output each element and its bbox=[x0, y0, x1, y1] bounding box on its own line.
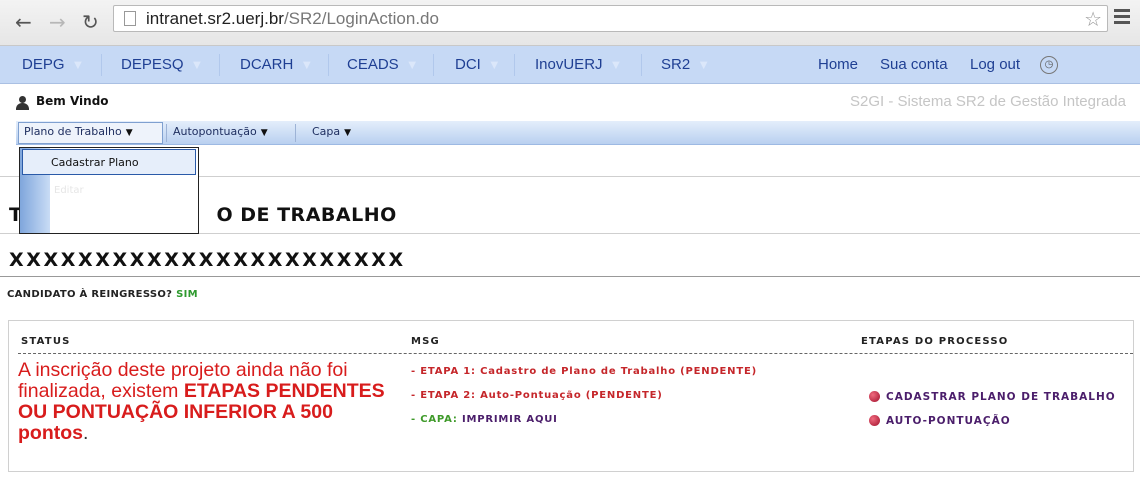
divider bbox=[0, 276, 1140, 277]
candidate-reingresso: CANDIDATO À REINGRESSO? SIM bbox=[7, 289, 198, 300]
top-navigation: DEPG ▼ DEPESQ ▼ DCARH ▼ CEADS ▼ DCI ▼ InovUER… bbox=[0, 46, 1140, 84]
browser-toolbar: ← → ↻ intranet.sr2.uerj.br/SR2/LoginActi… bbox=[0, 0, 1140, 46]
submenu-plano-de-trabalho[interactable]: Plano de Trabalho ▼ bbox=[24, 125, 133, 138]
msg-etapa-2: - ETAPA 2: Auto-Pontuação (PENDENTE) bbox=[411, 390, 663, 401]
submenu-autopontuacao[interactable]: Autopontuação ▼ bbox=[173, 125, 268, 138]
nav-item-dci[interactable]: DCI ▼ bbox=[455, 56, 501, 73]
welcome-text: Bem Vindo bbox=[36, 94, 109, 108]
clock-icon[interactable]: ◷ bbox=[1040, 56, 1058, 74]
imprimir-aqui-link[interactable]: IMPRIMIR AQUI bbox=[462, 414, 558, 425]
candidate-value: SIM bbox=[176, 289, 198, 300]
url-path: /SR2/LoginAction.do bbox=[283, 9, 439, 28]
project-name: XXXXXXXXXXXXXXXXXXXXXXX bbox=[9, 249, 406, 271]
nav-link-home[interactable]: Home bbox=[818, 56, 858, 73]
red-bullet-icon bbox=[869, 415, 880, 426]
nav-item-dcarh[interactable]: DCARH ▼ bbox=[240, 56, 313, 73]
plano-dropdown-menu: Cadastrar Plano Editar bbox=[19, 147, 199, 234]
back-arrow-icon[interactable]: ← bbox=[15, 10, 32, 34]
nav-item-ceads[interactable]: CEADS ▼ bbox=[347, 56, 419, 73]
etapa-cadastrar-plano[interactable]: CADASTRAR PLANO DE TRABALHO bbox=[869, 391, 1116, 403]
msg-capa: - CAPA: IMPRIMIR AQUI bbox=[411, 414, 558, 425]
header-etapas: ETAPAS DO PROCESSO bbox=[861, 336, 1009, 347]
status-message: A inscrição deste projeto ainda não foi … bbox=[18, 359, 385, 444]
forward-arrow-icon[interactable]: → bbox=[49, 10, 66, 34]
header-status: STATUS bbox=[21, 336, 71, 347]
nav-item-depg[interactable]: DEPG ▼ bbox=[22, 56, 84, 73]
menu-item-editar[interactable]: Editar bbox=[54, 185, 84, 196]
dotted-divider bbox=[18, 353, 1133, 354]
submenu-capa[interactable]: Capa ▼ bbox=[312, 125, 351, 138]
nav-link-sua-conta[interactable]: Sua conta bbox=[880, 56, 948, 73]
msg-etapa-1: - ETAPA 1: Cadastro de Plano de Trabalho… bbox=[411, 366, 757, 377]
page-icon bbox=[124, 11, 136, 26]
status-panel: STATUS MSG ETAPAS DO PROCESSO A inscriçã… bbox=[8, 320, 1134, 472]
nav-link-log-out[interactable]: Log out bbox=[970, 56, 1020, 73]
nav-item-inovuerj[interactable]: InovUERJ ▼ bbox=[535, 56, 622, 73]
caret-down-icon: ▼ bbox=[344, 128, 352, 138]
caret-down-icon: ▼ bbox=[260, 128, 268, 138]
browser-menu-icon[interactable] bbox=[1114, 9, 1130, 27]
user-icon bbox=[15, 96, 29, 110]
address-bar[interactable]: intranet.sr2.uerj.br/SR2/LoginAction.do … bbox=[113, 5, 1108, 32]
url-text[interactable]: intranet.sr2.uerj.br/SR2/LoginAction.do bbox=[146, 9, 439, 29]
etapa-auto-pontuacao[interactable]: AUTO-PONTUAÇÃO bbox=[869, 415, 1011, 427]
system-name: S2GI - Sistema SR2 de Gestão Integrada bbox=[850, 93, 1126, 110]
caret-down-icon: ▼ bbox=[125, 128, 133, 138]
nav-item-depesq[interactable]: DEPESQ ▼ bbox=[121, 56, 203, 73]
header-msg: MSG bbox=[411, 336, 440, 347]
sub-menu-bar: Plano de Trabalho ▼ Autopontuação ▼ Capa ▼ bbox=[16, 121, 1140, 145]
url-host: intranet.sr2.uerj.br bbox=[146, 9, 284, 28]
bookmark-star-icon[interactable]: ☆ bbox=[1084, 7, 1102, 31]
menu-item-cadastrar-plano[interactable]: Cadastrar Plano bbox=[22, 149, 196, 175]
nav-item-sr2[interactable]: SR2 ▼ bbox=[661, 56, 710, 73]
reload-icon[interactable]: ↻ bbox=[82, 10, 99, 34]
red-bullet-icon bbox=[869, 391, 880, 402]
